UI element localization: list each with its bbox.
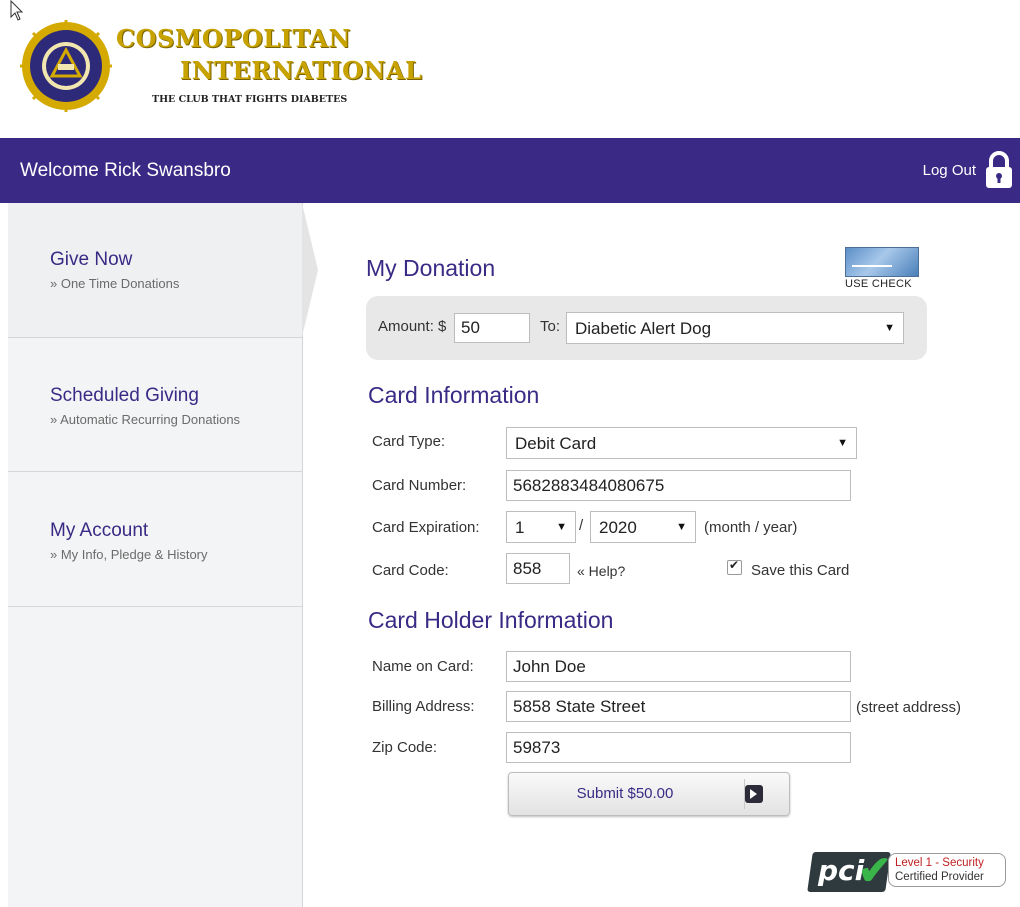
card-type-label: Card Type: [372,433,446,450]
sidebar-item-my-account[interactable]: My Account » My Info, Pledge & History [8,472,302,607]
sidebar-item-subtitle: » My Info, Pledge & History [50,547,208,562]
checkmark-icon: ✔ [858,849,892,893]
sidebar-item-subtitle: » Automatic Recurring Donations [50,412,241,427]
save-card-label: Save this Card [751,562,850,579]
donation-box: Amount: $ To: Diabetic Alert Dog ▼ [366,296,927,360]
logo-title-line2: INTERNATIONAL [180,56,423,85]
sidebar-item-give-now[interactable]: Give Now » One Time Donations [8,203,302,338]
amount-input[interactable] [454,313,530,343]
name-on-card-label: Name on Card: [372,658,474,675]
amount-label: Amount: $ [378,318,447,335]
donation-recipient-value: Diabetic Alert Dog [575,319,712,338]
check-icon [845,247,919,277]
pci-badge-text: Level 1 - Security Certified Provider [888,853,1006,887]
sidebar-item-subtitle: » One Time Donations [50,276,180,291]
card-type-select[interactable]: Debit Card ▼ [506,427,857,459]
submit-button[interactable]: Submit $50.00 [508,772,790,816]
site-logo[interactable]: COSMOPOLITAN INTERNATIONAL THE CLUB THAT… [20,18,422,118]
logo-tagline: THE CLUB THAT FIGHTS DIABETES [152,94,348,105]
card-expiration-label: Card Expiration: [372,519,480,536]
donation-recipient-select[interactable]: Diabetic Alert Dog ▼ [566,312,904,344]
zip-code-input[interactable] [506,732,851,763]
name-on-card-input[interactable] [506,651,851,682]
card-holder-heading: Card Holder Information [368,607,614,633]
pci-certified: Certified Provider [895,871,984,883]
sidebar-item-scheduled-giving[interactable]: Scheduled Giving » Automatic Recurring D… [8,337,302,472]
logo-title-line1: COSMOPOLITAN [116,24,351,53]
active-item-arrow [302,203,318,337]
use-check-button[interactable]: USE CHECK [845,247,921,290]
exp-separator: / [579,517,584,534]
sidebar-item-title: My Account [50,520,149,541]
billing-address-input[interactable] [506,691,851,722]
lock-icon[interactable] [984,150,1014,190]
donation-heading: My Donation [366,255,496,281]
club-seal-icon [20,20,112,112]
pci-security-badge: pci ✔ Level 1 - Security Certified Provi… [807,848,1010,898]
exp-hint: (month / year) [704,519,798,536]
welcome-text: Welcome Rick Swansbro [20,160,231,181]
card-number-label: Card Number: [372,477,467,494]
exp-year-value: 2020 [599,518,637,537]
card-type-value: Debit Card [515,434,597,453]
use-check-label: USE CHECK [845,278,912,290]
chevron-down-icon: ▼ [837,437,848,449]
arrow-right-icon [745,785,763,803]
save-card-checkbox[interactable] [727,558,742,575]
card-code-label: Card Code: [372,562,449,579]
card-code-input[interactable] [506,553,570,584]
card-number-input[interactable] [506,470,851,501]
address-hint: (street address) [856,699,962,716]
exp-month-value: 1 [515,518,525,537]
to-label: To: [540,318,561,335]
exp-month-select[interactable]: 1 ▼ [506,511,576,543]
card-info-heading: Card Information [368,382,540,408]
chevron-down-icon: ▼ [556,521,567,533]
chevron-down-icon: ▼ [676,521,687,533]
card-code-help-link[interactable]: « Help? [577,563,625,579]
submit-label: Submit $50.00 [576,785,674,802]
billing-address-label: Billing Address: [372,698,475,715]
pci-level: Level 1 - Security [895,857,984,869]
sidebar: Give Now » One Time Donations Scheduled … [8,203,303,907]
top-bar: Welcome Rick Swansbro Log Out [0,138,1020,203]
logout-link[interactable]: Log Out [923,162,976,179]
chevron-down-icon: ▼ [884,322,895,334]
zip-code-label: Zip Code: [372,739,438,756]
sidebar-item-title: Scheduled Giving [50,385,199,406]
exp-year-select[interactable]: 2020 ▼ [590,511,696,543]
sidebar-item-title: Give Now [50,249,133,270]
